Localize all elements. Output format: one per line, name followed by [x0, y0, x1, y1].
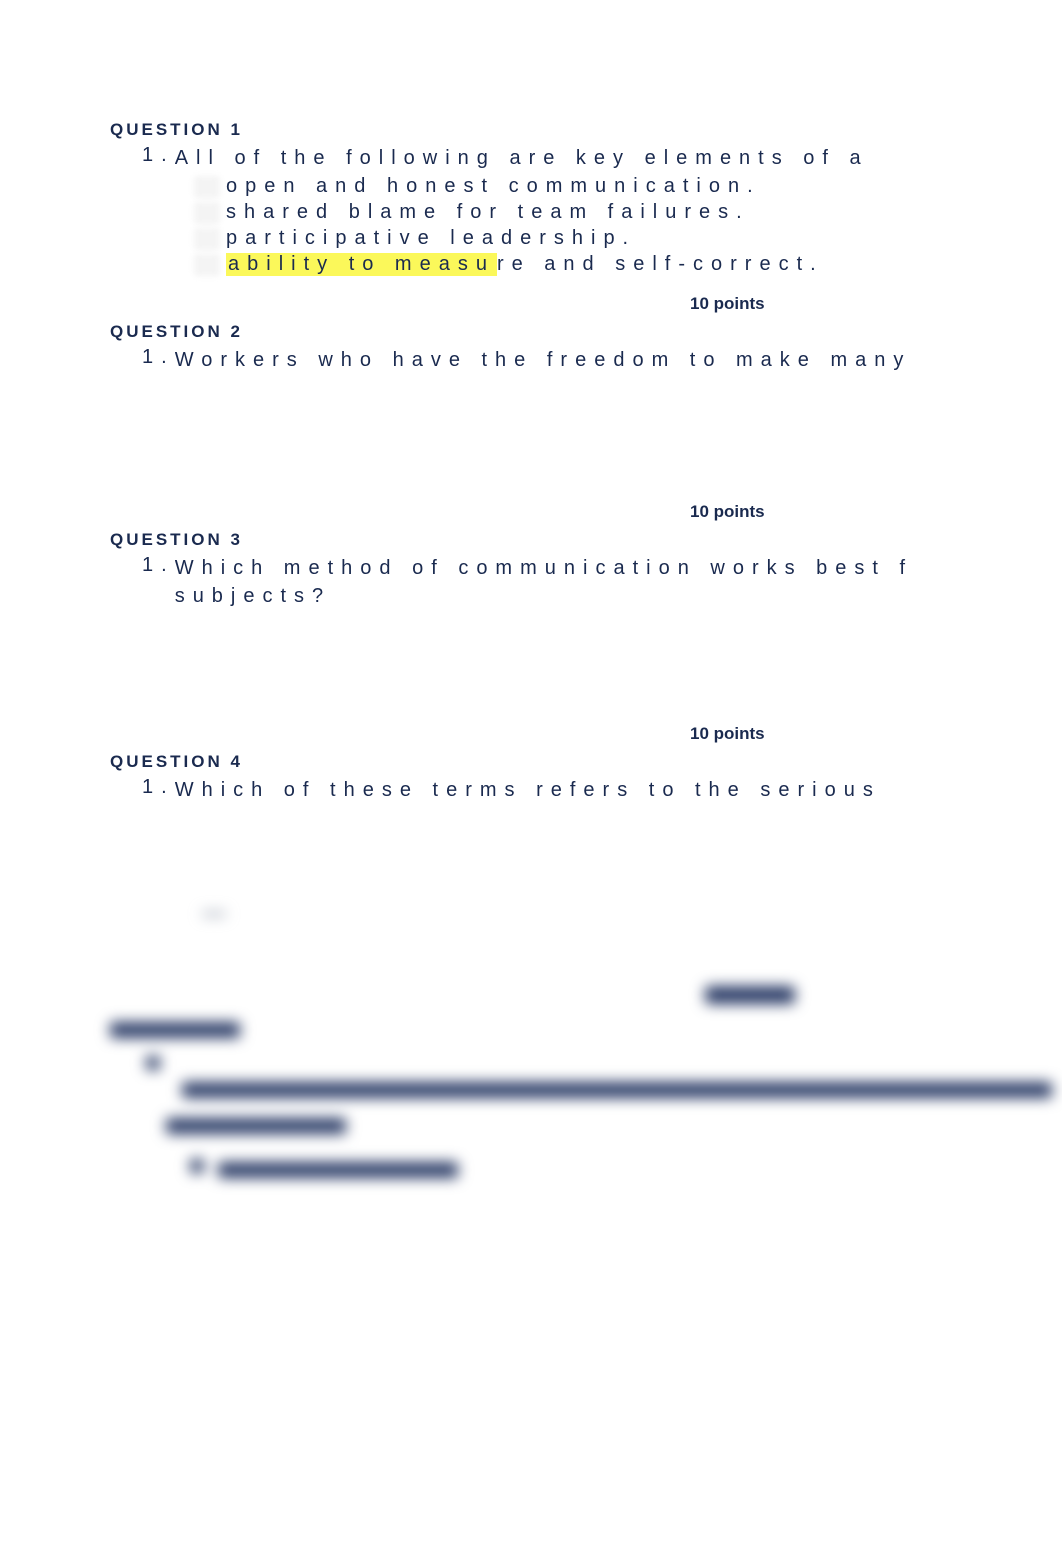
question-3-number: 1.: [142, 554, 175, 577]
option-text-rest: re and self-correct.: [497, 253, 824, 275]
question-1-option-a: open and honest communication.: [194, 175, 1062, 198]
question-1-option-b: shared blame for team failures.: [194, 201, 1062, 224]
document-page: QUESTION 1 1. All of the following are k…: [0, 0, 1062, 1188]
question-1-number: 1.: [142, 144, 175, 167]
blurred-bullet: [146, 1056, 160, 1070]
question-2-number: 1.: [142, 346, 175, 369]
question-3-header: QUESTION 3: [110, 530, 1062, 550]
question-1-options: open and honest communication. shared bl…: [194, 175, 1062, 276]
question-3-stem-line2: subjects?: [175, 582, 332, 610]
question-1-option-d: ability to measure and self-correct.: [194, 253, 1062, 276]
blurred-fragment: [202, 912, 226, 916]
question-4-stem: Which of these terms refers to the serio…: [175, 776, 881, 804]
question-2-points: 10 points: [110, 502, 1062, 522]
question-1-body: 1. All of the following are key elements…: [142, 144, 1062, 276]
option-marker: [194, 254, 220, 276]
blurred-bullet: [190, 1159, 204, 1173]
blurred-text-line: [182, 1082, 1052, 1098]
option-marker: [194, 176, 220, 198]
blurred-question-header: [110, 1022, 240, 1038]
option-text: participative leadership.: [226, 227, 636, 250]
question-3-body: 1. Which method of communication works b…: [142, 554, 1062, 610]
question-4-body: 1. Which of these terms refers to the se…: [142, 776, 1062, 804]
question-4-header: QUESTION 4: [110, 752, 1062, 772]
question-1-stem: All of the following are key elements of…: [175, 144, 869, 172]
question-1-header: QUESTION 1: [110, 120, 1062, 140]
question-2-stem: Workers who have the freedom to make man…: [175, 346, 912, 374]
question-3-stem: Which method of communication works best…: [175, 554, 913, 582]
option-text: ability to measure and self-correct.: [226, 253, 824, 276]
question-1-option-c: participative leadership.: [194, 227, 1062, 250]
blurred-points-label: [705, 986, 795, 1004]
option-marker: [194, 228, 220, 250]
question-2-header: QUESTION 2: [110, 322, 1062, 342]
option-marker: [194, 202, 220, 224]
question-3-points: 10 points: [110, 724, 1062, 744]
question-1-points: 10 points: [110, 294, 1062, 314]
question-4-number: 1.: [142, 776, 175, 799]
question-2-body: 1. Workers who have the freedom to make …: [142, 346, 1062, 374]
blurred-preview-region: [110, 912, 1062, 1188]
highlighted-text: ability to measu: [226, 253, 497, 276]
option-text: shared blame for team failures.: [226, 201, 750, 224]
blurred-text-line: [218, 1162, 458, 1178]
option-text: open and honest communication.: [226, 175, 761, 198]
blurred-text-line: [166, 1118, 346, 1134]
